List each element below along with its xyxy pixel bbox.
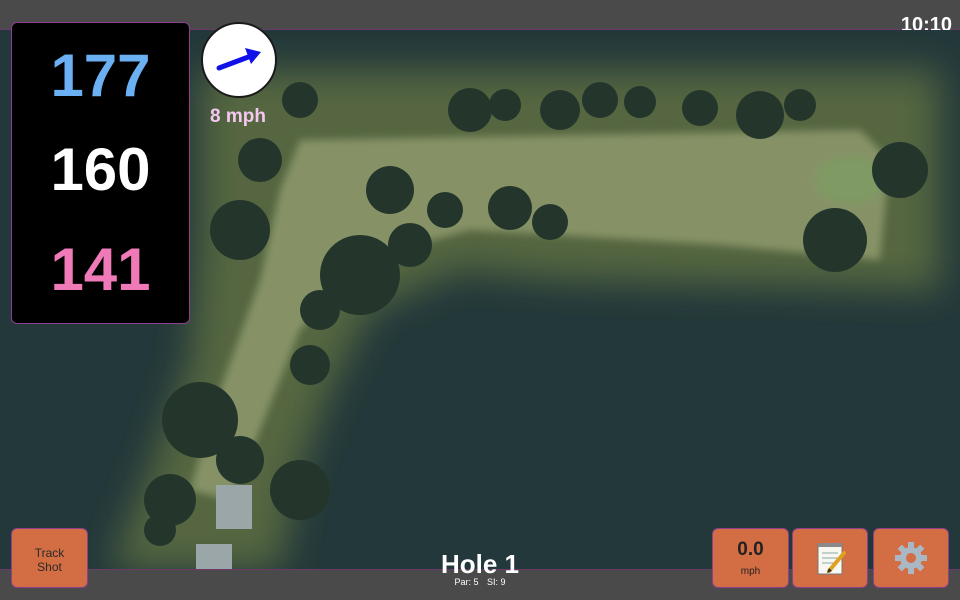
speed-value: 0.0 [737,539,764,560]
wind-indicator [201,22,277,98]
notepad-icon [817,543,846,575]
speed-button[interactable]: 0.0 mph [712,528,789,588]
notes-button[interactable] [792,528,868,588]
track-shot-label: Track Shot [34,546,65,574]
back-of-green-distance: 177 [50,42,151,109]
wind-direction-arrow-icon [216,48,261,71]
hole-meta: Par: 5 SI: 9 [380,577,580,587]
track-shot-button[interactable]: Track Shot [11,528,88,588]
settings-button[interactable] [873,528,949,588]
middle-of-green-distance: 160 [50,136,151,203]
distance-panel: 177 160 141 [11,22,190,324]
par-label: Par: 5 [454,577,479,587]
gear-icon [895,542,927,574]
stroke-index-label: SI: 9 [487,577,506,587]
hole-title: Hole 1 [440,549,520,579]
front-of-green-distance: 141 [50,236,151,303]
wind-speed-label: 8 mph [210,106,266,127]
speed-unit: mph [740,566,761,577]
